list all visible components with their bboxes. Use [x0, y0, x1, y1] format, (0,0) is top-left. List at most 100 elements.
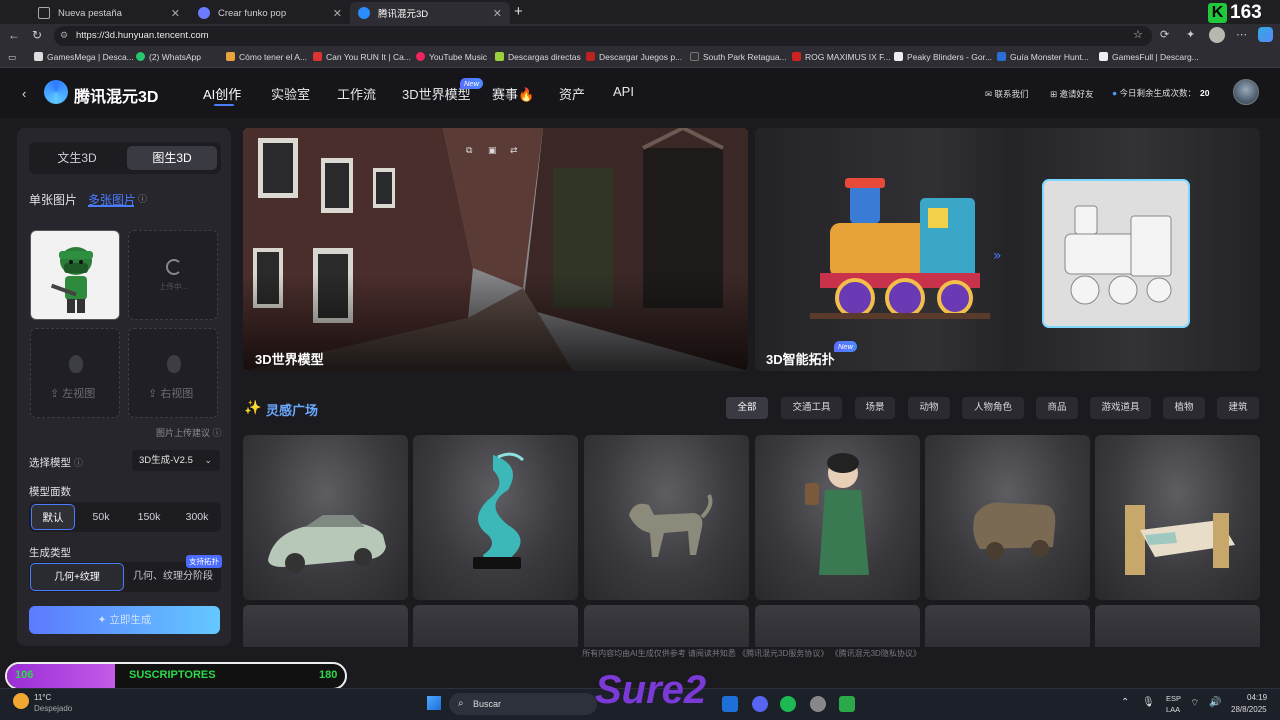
- discord-icon[interactable]: [752, 696, 768, 712]
- bookmark[interactable]: GamesMega | Desca...: [34, 52, 134, 62]
- network-icon[interactable]: ⌔: [1190, 697, 1199, 710]
- gallery-card-car[interactable]: [243, 435, 408, 600]
- model-select[interactable]: 3D生成-V2.5 ⌄: [132, 450, 220, 471]
- bookmark[interactable]: Descargar Juegos p...: [586, 52, 682, 62]
- translate-icon[interactable]: ⇄: [510, 145, 518, 156]
- language-indicator[interactable]: ESP: [1166, 694, 1181, 703]
- bookmark[interactable]: Can You RUN It | Ca...: [313, 52, 411, 62]
- bookmark[interactable]: Peaky Blinders - Gor...: [894, 52, 992, 62]
- banner-3d-world[interactable]: ⧉ ▣ ⇄ 3D世界模型: [243, 128, 748, 371]
- uploaded-image-front[interactable]: [30, 230, 120, 320]
- bookmark[interactable]: GamesFull | Descarg...: [1099, 52, 1199, 62]
- bookmark[interactable]: Guía Monster Hunt...: [997, 52, 1089, 62]
- nav-contest[interactable]: 赛事🔥: [492, 84, 534, 103]
- browser-tab-active[interactable]: 腾讯混元3D ✕: [350, 2, 510, 24]
- app-icon[interactable]: [839, 696, 855, 712]
- weather-temp: 11°C: [34, 693, 52, 702]
- bookmarks-icon[interactable]: ▭: [8, 52, 16, 63]
- upload-slot-right-view[interactable]: ⇪ 右视图: [128, 328, 218, 418]
- tab-text-to-3d[interactable]: 文生3D: [33, 146, 121, 170]
- upload-tip-link[interactable]: 图片上传建议 ⓘ: [156, 426, 222, 439]
- bookmark[interactable]: Descargas directas: [495, 52, 581, 62]
- bookmark[interactable]: (2) WhatsApp: [136, 52, 201, 62]
- new-tab-button[interactable]: +: [514, 3, 523, 20]
- address-bar[interactable]: https://3d.hunyuan.tencent.com: [54, 26, 1152, 46]
- browser-tab[interactable]: Crear funko pop ✕: [190, 2, 350, 24]
- mic-icon[interactable]: 🎙: [1142, 697, 1155, 708]
- goal-current: 106: [15, 669, 34, 681]
- browser-tab-bar: Nueva pestaña ✕ Crear funko pop ✕ 腾讯混元3D…: [0, 0, 1280, 24]
- copilot-icon[interactable]: [1258, 27, 1273, 42]
- windows-start-icon[interactable]: [427, 696, 441, 710]
- favorites-icon[interactable]: ✦: [1186, 28, 1195, 41]
- faces-option-50k[interactable]: 50k: [79, 504, 123, 530]
- browser-tab[interactable]: Nueva pestaña ✕: [30, 2, 188, 24]
- nav-workflow[interactable]: 工作流: [337, 84, 376, 103]
- clock-time[interactable]: 04:19: [1247, 693, 1267, 702]
- user-avatar[interactable]: [1233, 79, 1259, 105]
- banner-3d-topology[interactable]: » 3D智能拓扑 New: [755, 128, 1260, 371]
- filter-chip-game-items[interactable]: 游戏道具: [1090, 397, 1151, 419]
- streamer-logo: Sure2: [595, 668, 707, 712]
- clock-date[interactable]: 28/8/2025: [1231, 705, 1267, 714]
- bookmark[interactable]: YouTube Music: [416, 52, 487, 62]
- gallery-card-dog[interactable]: [584, 435, 749, 600]
- hunyuan-logo-icon[interactable]: [44, 80, 68, 104]
- taskbar-search[interactable]: ⌕ Buscar: [449, 693, 597, 715]
- gen-type-geometry-texture[interactable]: 几何+纹理: [30, 563, 124, 591]
- bookmark[interactable]: ROG MAXIMUS IX F...: [792, 52, 890, 62]
- profile-avatar[interactable]: [1209, 27, 1225, 43]
- bookmark[interactable]: South Park Retagua...: [690, 52, 787, 62]
- spotify-icon[interactable]: [780, 696, 796, 712]
- gallery-card-figure[interactable]: [755, 435, 920, 600]
- upload-slot-back[interactable]: 上传中...: [128, 230, 218, 320]
- faces-option-150k[interactable]: 150k: [127, 504, 171, 530]
- nav-lab[interactable]: 实验室: [271, 84, 310, 103]
- invite-link[interactable]: ⊞ 邀请好友: [1050, 88, 1094, 100]
- nav-assets[interactable]: 资产: [559, 84, 585, 103]
- new-badge: New: [834, 341, 858, 352]
- filter-chip-all[interactable]: 全部: [726, 397, 768, 419]
- info-icon[interactable]: ⓘ: [74, 458, 83, 468]
- upload-slot-left-view[interactable]: ⇪ 左视图: [30, 328, 120, 418]
- steam-icon[interactable]: [810, 696, 826, 712]
- gallery-card-dragon[interactable]: [413, 435, 578, 600]
- reload-icon[interactable]: ↻: [32, 28, 42, 42]
- gallery-card-bed[interactable]: [1095, 435, 1260, 600]
- tab-single-image[interactable]: 单张图片: [29, 191, 77, 208]
- gallery-card-rhino-cart[interactable]: [925, 435, 1090, 600]
- screenshot-icon[interactable]: ⧉: [466, 145, 472, 156]
- tab-image-to-3d[interactable]: 图生3D: [127, 146, 217, 170]
- filter-chip-scenes[interactable]: 场景: [855, 397, 895, 419]
- menu-icon[interactable]: ⋯: [1236, 28, 1247, 41]
- close-icon[interactable]: ✕: [171, 7, 180, 20]
- back-icon[interactable]: ←: [8, 28, 20, 42]
- tray-chevron-icon[interactable]: ⌃: [1121, 697, 1129, 708]
- favorite-star-icon[interactable]: ☆: [1133, 28, 1143, 41]
- close-icon[interactable]: ✕: [333, 7, 342, 20]
- site-info-icon[interactable]: ⚙: [60, 30, 68, 41]
- video-icon[interactable]: ▣: [488, 145, 497, 156]
- nav-ai-create[interactable]: AI创作: [203, 84, 241, 103]
- info-icon[interactable]: ⓘ: [138, 192, 147, 205]
- generate-button[interactable]: ✦ 立即生成: [29, 606, 220, 634]
- volume-icon[interactable]: 🔊: [1209, 697, 1221, 708]
- filter-chip-plants[interactable]: 植物: [1163, 397, 1205, 419]
- filter-chip-products[interactable]: 商品: [1036, 397, 1078, 419]
- nav-api[interactable]: API: [613, 84, 634, 99]
- filter-chip-buildings[interactable]: 建筑: [1217, 397, 1259, 419]
- bookmark[interactable]: Cómo tener el A...: [226, 52, 307, 62]
- faces-option-default[interactable]: 默认: [31, 504, 75, 530]
- filter-chip-vehicles[interactable]: 交通工具: [781, 397, 842, 419]
- filter-chip-animals[interactable]: 动物: [908, 397, 950, 419]
- back-chevron-icon[interactable]: ‹: [22, 86, 26, 101]
- street-scene-image: [243, 128, 748, 371]
- filter-chip-characters[interactable]: 人物角色: [962, 397, 1024, 419]
- extensions-icon[interactable]: ⟳: [1160, 28, 1169, 41]
- close-icon[interactable]: ✕: [493, 7, 502, 20]
- keyboard-layout[interactable]: LAA: [1166, 705, 1180, 714]
- contact-link[interactable]: ✉ 联系我们: [985, 88, 1029, 100]
- brand-name[interactable]: 腾讯混元3D: [74, 83, 158, 107]
- faces-option-300k[interactable]: 300k: [175, 504, 219, 530]
- outlook-icon[interactable]: [722, 696, 738, 712]
